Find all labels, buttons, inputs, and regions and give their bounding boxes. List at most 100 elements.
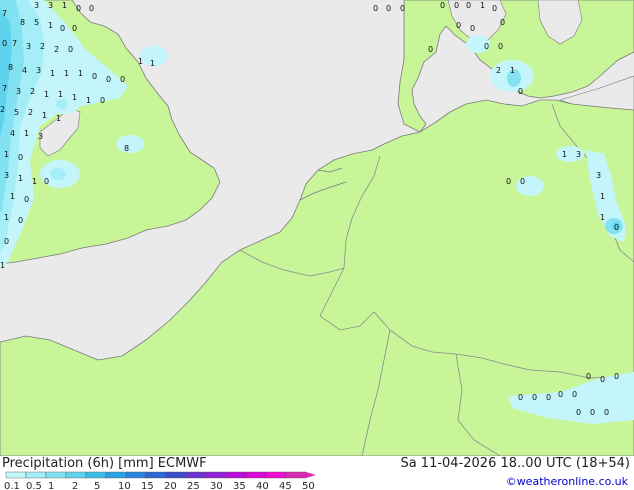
map-value: 1 <box>480 1 485 10</box>
map-value: 1 <box>50 69 55 78</box>
map-value: 0 <box>576 408 581 417</box>
scale-swatch <box>265 471 287 479</box>
scale-swatch <box>45 471 67 479</box>
map-value: 0 <box>600 375 605 384</box>
scale-tick-label: 20 <box>164 481 177 490</box>
map-value: 0 <box>456 21 461 30</box>
map-value: 2 <box>28 108 33 117</box>
scale-swatch <box>205 471 227 479</box>
map-value: 1 <box>0 261 5 270</box>
scale-tick-label: 1 <box>48 481 54 490</box>
scale-tick-label: 2 <box>72 481 78 490</box>
forecast-datetime: Sa 11-04-2026 18..00 UTC (18+54) <box>400 456 630 471</box>
map-value: 1 <box>4 213 9 222</box>
map-value: 0 <box>518 393 523 402</box>
scale-tick-label: 30 <box>210 481 223 490</box>
map-value: 1 <box>42 111 47 120</box>
scale-swatch <box>225 471 247 479</box>
scale-swatch <box>65 471 87 479</box>
map-value: 1 <box>138 57 143 66</box>
credit-link[interactable]: ©weatheronline.co.uk <box>506 475 628 488</box>
map-value: 3 <box>16 87 21 96</box>
map-value: 2 <box>0 105 5 114</box>
map-value: 8 <box>20 18 25 27</box>
scale-swatch <box>185 471 207 479</box>
map-value: 3 <box>576 150 581 159</box>
map-value: 0 <box>506 177 511 186</box>
map-value: 0 <box>572 390 577 399</box>
map-value: 1 <box>48 21 53 30</box>
map-value: 7 <box>2 9 7 18</box>
map-value: 0 <box>428 45 433 54</box>
scale-tick-label: 0.1 <box>4 481 20 490</box>
map-value: 7 <box>2 84 7 93</box>
map-value: 1 <box>600 192 605 201</box>
map-value: 0 <box>72 24 77 33</box>
scale-tick-label: 10 <box>118 481 131 490</box>
map-value: 1 <box>150 59 155 68</box>
map-value: 1 <box>18 174 23 183</box>
map-value: 0 <box>24 195 29 204</box>
scale-tick-label: 50 <box>302 481 315 490</box>
scale-tick-label: 40 <box>256 481 269 490</box>
map-value: 4 <box>22 66 27 75</box>
map-value: 1 <box>10 192 15 201</box>
map-value: 0 <box>614 223 619 232</box>
map-value: 3 <box>4 171 9 180</box>
map-value: 1 <box>44 90 49 99</box>
map-value: 0 <box>590 408 595 417</box>
scale-tick-label: 25 <box>187 481 200 490</box>
map-value: 0 <box>518 87 523 96</box>
map-value: 1 <box>86 96 91 105</box>
map-value: 1 <box>600 213 605 222</box>
map-value: 0 <box>18 153 23 162</box>
scale-swatch <box>85 471 107 479</box>
map-value: 0 <box>498 42 503 51</box>
map-value: 1 <box>510 66 515 75</box>
map-value: 3 <box>36 66 41 75</box>
map-value: 0 <box>492 4 497 13</box>
map-value: 1 <box>56 114 61 123</box>
map-value: 0 <box>373 4 378 13</box>
map-value: 3 <box>596 171 601 180</box>
map-value: 0 <box>4 237 9 246</box>
map-value: 0 <box>520 177 525 186</box>
map-value: 0 <box>614 372 619 381</box>
map-value: 0 <box>500 18 505 27</box>
map-value: 0 <box>440 1 445 10</box>
map-value: 0 <box>532 393 537 402</box>
scale-tick-label: 15 <box>141 481 154 490</box>
map-value: 8 <box>124 144 129 153</box>
scale-arrow <box>306 472 316 478</box>
scale-swatch <box>5 471 27 479</box>
map-value: 1 <box>64 69 69 78</box>
map-value: 1 <box>4 150 9 159</box>
map-value: 0 <box>120 75 125 84</box>
scale-tick-label: 35 <box>233 481 246 490</box>
map-value: 5 <box>34 18 39 27</box>
scale-swatch <box>105 471 127 479</box>
map-value: 1 <box>78 69 83 78</box>
footer-bar: Precipitation (6h) [mm] ECMWF Sa 11-04-2… <box>0 456 634 490</box>
map-value: 0 <box>586 372 591 381</box>
scale-swatch <box>25 471 47 479</box>
precipitation-map[interactable]: 3 3 1 0 0 0 0 0 0 0 0 1 0 7 8 5 1 0 0 0 … <box>0 0 634 456</box>
scale-swatch <box>165 471 187 479</box>
map-value: 0 <box>100 96 105 105</box>
map-value: 0 <box>604 408 609 417</box>
scale-tick-label: 5 <box>94 481 100 490</box>
map-value: 0 <box>76 4 81 13</box>
map-value: 2 <box>40 42 45 51</box>
map-value: 3 <box>26 42 31 51</box>
map-value: 1 <box>72 93 77 102</box>
map-value: 0 <box>44 177 49 186</box>
scale-swatch <box>125 471 147 479</box>
map-value: 0 <box>89 4 94 13</box>
scale-swatches <box>5 471 316 479</box>
scale-tick-label: 45 <box>279 481 292 490</box>
map-value: 0 <box>386 4 391 13</box>
map-value: 1 <box>58 90 63 99</box>
map-value: 1 <box>62 1 67 10</box>
map-value: 3 <box>48 1 53 10</box>
map-value: 0 <box>2 39 7 48</box>
